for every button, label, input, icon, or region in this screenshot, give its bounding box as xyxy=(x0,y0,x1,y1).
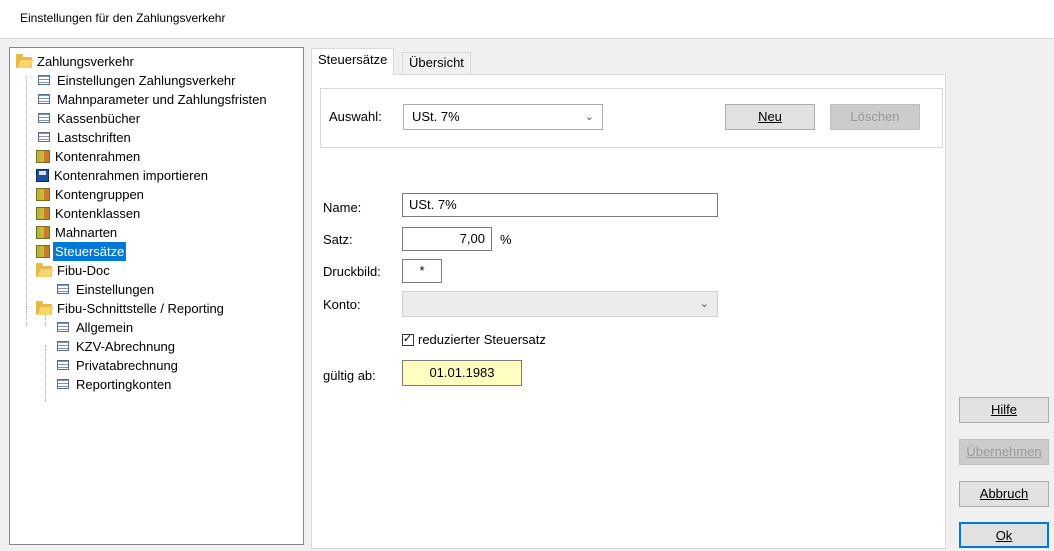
auswahl-label: Auswahl: xyxy=(329,109,382,124)
folder-open-icon xyxy=(36,301,52,315)
tree-item-steuersaetze[interactable]: Steuersätze xyxy=(36,242,127,261)
tree-item-kontengruppen[interactable]: Kontengruppen xyxy=(36,185,146,204)
ok-button[interactable]: Ok xyxy=(959,522,1049,548)
gueltig-label: gültig ab: xyxy=(323,368,376,383)
tree-item-fibu-schnittstelle[interactable]: Fibu-Schnittstelle / Reporting xyxy=(36,299,226,318)
books-icon xyxy=(36,188,50,201)
folder-open-icon xyxy=(36,263,52,277)
tab-uebersicht[interactable]: Übersicht xyxy=(402,52,471,74)
tree-item-fibu-doc[interactable]: Fibu-Doc xyxy=(36,261,112,280)
disk-icon xyxy=(36,169,49,182)
tree-item-mahnarten[interactable]: Mahnarten xyxy=(36,223,119,242)
list-icon xyxy=(38,75,50,85)
tree-item-allgemein[interactable]: Allgemein xyxy=(55,318,135,337)
auswahl-dropdown[interactable]: USt. 7% ⌄ xyxy=(403,104,603,130)
tab-steuersaetze[interactable]: Steuersätze xyxy=(311,48,395,75)
list-icon xyxy=(57,322,69,332)
list-icon xyxy=(57,360,69,370)
books-icon xyxy=(36,226,50,239)
konto-label: Konto: xyxy=(323,297,361,312)
selection-group: Auswahl: USt. 7% ⌄ Neu Löschen xyxy=(320,88,943,148)
tree-item-kontenklassen[interactable]: Kontenklassen xyxy=(36,204,142,223)
list-icon xyxy=(57,341,69,351)
konto-dropdown[interactable]: ⌄ xyxy=(402,291,718,317)
name-field[interactable]: USt. 7% xyxy=(402,193,718,217)
books-icon xyxy=(36,150,50,163)
tree-connector xyxy=(26,76,27,171)
reduziert-checkbox[interactable] xyxy=(402,332,414,346)
settings-tree[interactable]: Zahlungsverkehr Einstellungen Zahlungsve… xyxy=(9,47,304,545)
tree-item-kassenbuecher[interactable]: Kassenbücher xyxy=(36,109,142,128)
tree-item-privatabrechnung[interactable]: Privatabrechnung xyxy=(55,356,180,375)
tree-item-kontenrahmen-importieren[interactable]: Kontenrahmen importieren xyxy=(36,166,210,185)
tree-item-mahnparameter[interactable]: Mahnparameter und Zahlungsfristen xyxy=(36,90,269,109)
neu-button[interactable]: Neu xyxy=(725,104,815,130)
tree-connector xyxy=(45,345,46,401)
abbruch-button[interactable]: Abbruch xyxy=(959,481,1049,507)
loeschen-button[interactable]: Löschen xyxy=(830,104,920,130)
hilfe-button[interactable]: Hilfe xyxy=(959,397,1049,423)
tree-item-einstellungen-zahlungsverkehr[interactable]: Einstellungen Zahlungsverkehr xyxy=(36,71,238,90)
folder-open-icon xyxy=(16,54,32,68)
druckbild-label: Druckbild: xyxy=(323,264,381,279)
books-icon xyxy=(36,207,50,220)
chevron-down-icon: ⌄ xyxy=(584,111,594,123)
gueltig-ab-field[interactable]: 01.01.1983 xyxy=(402,360,522,386)
satz-field[interactable]: 7,00 xyxy=(402,227,492,251)
tab-panel: Auswahl: USt. 7% ⌄ Neu Löschen Name: USt… xyxy=(311,74,946,549)
tree-item-zahlungsverkehr[interactable]: Zahlungsverkehr xyxy=(16,52,136,71)
name-label: Name: xyxy=(323,200,362,215)
list-icon xyxy=(38,113,50,123)
list-icon xyxy=(38,132,50,142)
list-icon xyxy=(57,379,69,389)
satz-label: Satz: xyxy=(323,232,353,247)
window-title: Einstellungen für den Zahlungsverkehr xyxy=(20,11,226,25)
reduziert-label: reduzierter Steuersatz xyxy=(418,332,546,347)
tree-item-fibu-doc-einstellungen[interactable]: Einstellungen xyxy=(55,280,156,299)
list-icon xyxy=(57,284,69,294)
druckbild-field[interactable]: * xyxy=(402,259,442,283)
books-icon xyxy=(36,245,50,258)
satz-unit: % xyxy=(500,232,512,247)
tree-item-kzv-abrechnung[interactable]: KZV-Abrechnung xyxy=(55,337,177,356)
tree-item-reportingkonten[interactable]: Reportingkonten xyxy=(55,375,173,394)
title-bar: Einstellungen für den Zahlungsverkehr xyxy=(0,0,1054,39)
tree-item-lastschriften[interactable]: Lastschriften xyxy=(36,128,133,147)
tree-item-kontenrahmen[interactable]: Kontenrahmen xyxy=(36,147,142,166)
uebernehmen-button[interactable]: Übernehmen xyxy=(959,439,1049,465)
tree-connector xyxy=(26,170,27,307)
tree-connector xyxy=(26,306,27,326)
chevron-down-icon: ⌄ xyxy=(699,298,709,310)
list-icon xyxy=(38,94,50,104)
